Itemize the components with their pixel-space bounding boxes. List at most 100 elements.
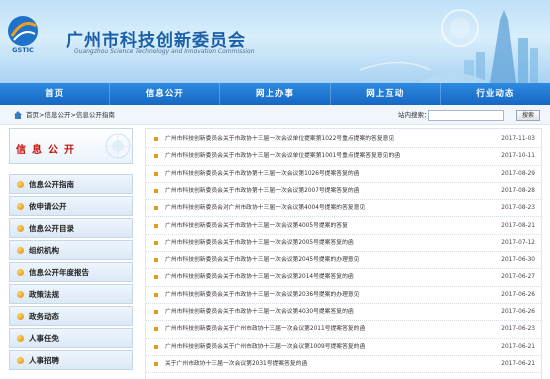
square-bullet-icon (154, 275, 158, 280)
search-label: 站内搜索： (398, 111, 431, 119)
article-list: 广州市科技创新委员会关于市政协十三届一次会议单位提案第1022号重点提案的答复意… (145, 128, 542, 379)
sidebar-item-organization[interactable]: 组织机构 (9, 240, 133, 260)
list-item[interactable]: 广州市科技创新委员会关于市政协第十三届一次会议第2007号提案答复的函 2017… (146, 183, 541, 201)
orange-dot-icon (17, 181, 24, 188)
list-item-date: 2017-08-23 (501, 205, 535, 212)
list-item[interactable]: 广州市科技创新委员会关于市政协十三届一次会议单位提案第1001号重点提案答复意见… (146, 148, 541, 166)
sidebar-item-appointments[interactable]: 人事任免 (9, 328, 133, 348)
list-item-title[interactable]: 广州市科技创新委员会关于市政协第十三届一次会议第1026号提案答复的函 (165, 166, 359, 183)
sidebar-item-label: 信息公开指南 (29, 180, 74, 189)
list-item-date: 2017-06-21 (501, 343, 535, 350)
square-bullet-icon (154, 188, 158, 193)
sidebar: 信息公开 信息公开指南 依申请公开 信息公开目录 组织机构 信息公开年度报告 政… (9, 128, 133, 379)
sidebar-item-label: 政务动态 (29, 312, 59, 321)
square-bullet-icon (154, 137, 158, 141)
list-item[interactable]: 广州市科技创新委员会关于广州市政协十三届一次会议第2011号提案答复的函 201… (146, 321, 541, 339)
square-bullet-icon (154, 206, 158, 211)
sidebar-item-recruitment[interactable]: 人事招聘 (9, 350, 133, 370)
list-item-title[interactable]: 广州市科技创新委员会关于广州市政协十三届一次会议第2011号提案答复的函 (165, 321, 365, 338)
list-item-date: 2017-06-23 (501, 326, 535, 333)
search-button[interactable]: 搜索 (516, 110, 540, 121)
list-item-date: 2017-08-21 (501, 222, 535, 229)
list-item-title[interactable]: 关于广州市政协十三届一次会议第2031号提案答复的函 (165, 356, 307, 373)
sidebar-item-label: 信息公开年度报告 (29, 268, 89, 277)
sidebar-item-apply[interactable]: 依申请公开 (9, 196, 133, 216)
sidebar-item-guide[interactable]: 信息公开指南 (9, 174, 133, 194)
square-bullet-icon (154, 240, 158, 245)
list-item-date: 2017-06-21 (501, 360, 535, 367)
nav-item-online-interaction[interactable]: 网上互动 (331, 83, 441, 105)
orange-dot-icon (17, 335, 24, 342)
list-item[interactable]: 广州市科技创新委员会关于市政协十三届一次会议第2014号提案答复的函 2017-… (146, 269, 541, 287)
list-item[interactable]: 广州市科技创新委员会关于市政协第十三届一次会议第1026号提案答复的函 2017… (146, 166, 541, 183)
page: GSTIC 广州市科技创新委员会 Guangzhou Science Techn… (0, 0, 550, 379)
list-item-title[interactable]: 广州市科技创新委员会关于市政协第十三届一次会议第2007号提案答复的函 (165, 183, 359, 200)
list-item-title[interactable]: 广州市科技创新委员会关于市政协十三届一次会议第4005号提案的答复 (165, 218, 348, 235)
list-item-title[interactable]: 广州市科技创新委员会关于广州市政协十三届一次会议第1009号提案答复的函 (165, 339, 365, 356)
sidebar-decoration (105, 133, 131, 159)
sidebar-title: 信息公开 (16, 145, 80, 156)
sidebar-item-label: 政策法规 (29, 290, 59, 299)
list-item-title[interactable]: 广州市科技创新委员会关于市政协十三届一次会议第2005号提案答复的函 (165, 235, 354, 252)
list-item[interactable]: 广州市科技创新委员会对广州市政协十三届一次会议第4004号提案的答复意见 201… (146, 200, 541, 218)
list-item[interactable]: 广州市科技创新委员会关于市政协十三届一次会议第4005号提案的答复 2017-0… (146, 218, 541, 235)
list-item[interactable]: 广州市科技创新委员会关于市政协十三届一次会议第2036号提案的办理意见 2017… (146, 287, 541, 304)
square-bullet-icon (154, 223, 158, 228)
list-item-title[interactable]: 广州市科技创新委员会关于市政协十三届一次会议第2045号提案的办理意见 (165, 252, 359, 269)
list-item[interactable]: 广州市科技创新委员会关于市政协十三届一次会议单位提案第1022号重点提案的答复意… (146, 131, 541, 149)
list-item[interactable]: 广州市科技创新委员会关于市政协十三届一次会议第2045号提案的办理意见 2017… (146, 252, 541, 270)
sidebar-item-label: 信息公开目录 (29, 224, 74, 233)
site-header: GSTIC 广州市科技创新委员会 Guangzhou Science Techn… (0, 0, 550, 83)
list-item-title[interactable]: 广州市科技创新委员会关于市政协十三届一次会议第2036号提案的办理意见 (165, 287, 359, 304)
breadcrumb[interactable]: 首页>信息公开>信息公开指南 (26, 105, 115, 125)
home-icon (14, 111, 22, 119)
orange-dot-icon (17, 225, 24, 232)
list-item[interactable]: 关于广州市政协十三届一次会议第2031号提案答复的函 2017-06-21 (146, 356, 541, 374)
orange-dot-icon (17, 247, 24, 254)
city-skyline-illustration (359, 9, 538, 83)
square-bullet-icon (154, 171, 158, 176)
list-item-title[interactable]: 广州市科技创新委员会关于市政协十三届一次会议单位提案第1001号重点提案答复意见… (165, 148, 400, 165)
list-item-title[interactable]: 广州市科技创新委员会关于市政协十三届一次会议第4030号提案答复的函 (165, 304, 354, 321)
square-bullet-icon (154, 327, 158, 332)
list-item-date: 2017-06-26 (501, 309, 535, 315)
list-item-title[interactable]: 广州市科技创新委员会关于市政协十三届一次会议单位提案第1022号重点提案的答复意… (165, 131, 394, 148)
list-item-title[interactable]: 广州市科技创新委员会对广州市政协十三届一次会议第4004号提案的答复意见 (165, 200, 365, 217)
square-bullet-icon (154, 310, 158, 314)
list-item[interactable]: 广州市科技创新委员会关于广州市政协十三届一次会议第1009号提案答复的函 201… (146, 339, 541, 356)
sidebar-item-label: 依申请公开 (29, 202, 67, 211)
list-item-title[interactable]: 广州市科技创新委员会关于市政协十三届一次会议第2014号提案答复的函 (165, 269, 354, 286)
square-bullet-icon (154, 344, 158, 349)
list-item-date: 2017-08-29 (501, 170, 535, 177)
sidebar-item-label: 人事招聘 (29, 356, 59, 365)
nav-item-home[interactable]: 首页 (0, 83, 111, 105)
list-item-date: 2017-06-26 (501, 291, 535, 298)
nav-item-industry-news[interactable]: 行业动态 (441, 83, 550, 105)
sidebar-item-catalog[interactable]: 信息公开目录 (9, 218, 133, 238)
orange-dot-icon (17, 291, 24, 298)
orange-dot-icon (17, 313, 24, 320)
search-input[interactable] (428, 110, 504, 121)
square-bullet-icon (154, 292, 158, 297)
sidebar-item-policy[interactable]: 政策法规 (9, 284, 133, 304)
list-item[interactable]: 广州市科技创新委员会关于市政协十三届一次会议第4030号提案答复的函 2017-… (146, 304, 541, 322)
sidebar-item-label: 组织机构 (29, 246, 59, 255)
orange-dot-icon (17, 269, 24, 276)
list-item-date: 2017-06-30 (501, 257, 535, 264)
list-item-date: 2017-06-27 (501, 274, 535, 281)
list-item[interactable]: 广州市科技创新委员会关于市政协十三届一次会议第2005号提案答复的函 2017-… (146, 235, 541, 253)
orange-dot-icon (17, 357, 24, 364)
sidebar-item-annual-report[interactable]: 信息公开年度报告 (9, 262, 133, 282)
nav-item-info-disclosure[interactable]: 信息公开 (110, 83, 221, 105)
sidebar-item-government-news[interactable]: 政务动态 (9, 306, 133, 326)
nav-item-online-services[interactable]: 网上办事 (220, 83, 331, 105)
orange-dot-icon (17, 203, 24, 210)
logo-text: GSTIC (12, 46, 34, 54)
list-item-date: 2017-08-28 (501, 187, 535, 194)
gstic-logo[interactable]: GSTIC (6, 14, 40, 54)
sidebar-header: 信息公开 (9, 128, 133, 164)
site-subtitle: Guangzhou Science Technology and Innovat… (74, 48, 255, 55)
square-bullet-icon (154, 258, 158, 263)
list-item-date: 2017-10-11 (501, 153, 535, 160)
sidebar-item-label: 人事任免 (29, 334, 59, 343)
